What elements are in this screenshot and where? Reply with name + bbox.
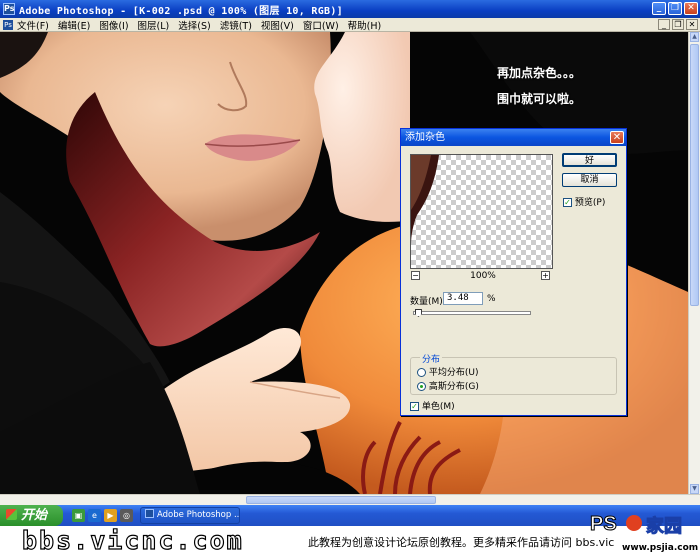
zoom-out-button[interactable]: − (411, 271, 420, 280)
menu-file[interactable]: 文件(F) (17, 18, 49, 32)
horizontal-scroll-thumb[interactable] (246, 496, 436, 504)
windows-flag-icon (6, 509, 17, 520)
uniform-radio[interactable] (417, 368, 426, 377)
taskbar-photoshop[interactable]: Adobe Photoshop ... (140, 507, 240, 524)
dialog-title: 添加杂色 (405, 132, 445, 143)
zoom-in-button[interactable]: + (541, 271, 550, 280)
start-label: 开始 (21, 508, 48, 523)
document-controls: _ ❐ ✕ (658, 19, 698, 30)
scroll-down-icon[interactable]: ▼ (690, 484, 699, 494)
dialog-title-bar[interactable]: 添加杂色 ✕ (401, 129, 626, 146)
menu-image[interactable]: 图像(I) (99, 18, 128, 32)
distribution-group: 分布 平均分布(U) 高斯分布(G) (410, 352, 617, 395)
monochrome-checkbox[interactable]: ✓ (410, 402, 419, 411)
gaussian-option[interactable]: 高斯分布(G) (417, 379, 479, 392)
add-noise-dialog: 添加杂色 ✕ − 100% + 好 取消 ✓ 预览(P) 数量(M): 3.48… (400, 128, 627, 416)
start-button[interactable]: 开始 (0, 505, 63, 526)
amount-unit: % (487, 294, 496, 304)
window-controls: _ ❐ ✕ (652, 2, 698, 15)
uniform-label: 平均分布(U) (428, 368, 479, 378)
noise-preview[interactable] (410, 154, 553, 269)
preview-toggle[interactable]: ✓ 预览(P) (563, 195, 605, 208)
photoshop-icon[interactable]: Ps (3, 3, 15, 15)
horizontal-scrollbar[interactable] (0, 494, 700, 505)
monochrome-label: 单色(M) (421, 402, 455, 412)
title-bar[interactable]: Ps Adobe Photoshop - [K-002 .psd @ 100% … (0, 0, 700, 18)
doc-minimize-icon[interactable]: _ (658, 19, 670, 30)
zoom-row: − 100% + (410, 271, 553, 283)
screen: Ps Adobe Photoshop - [K-002 .psd @ 100% … (0, 0, 700, 557)
amount-slider-handle[interactable] (414, 309, 422, 317)
preview-label: 预览(P) (574, 198, 606, 208)
doc-restore-icon[interactable]: ❐ (672, 19, 684, 30)
restore-icon[interactable]: ❐ (668, 2, 682, 15)
uniform-option[interactable]: 平均分布(U) (417, 365, 479, 378)
distribution-title: 分布 (420, 352, 443, 365)
gaussian-label: 高斯分布(G) (428, 382, 479, 392)
cancel-button[interactable]: 取消 (562, 173, 617, 187)
dialog-close-icon[interactable]: ✕ (610, 131, 624, 144)
menu-bar: Ps 文件(F) 编辑(E) 图像(I) 图层(L) 选择(S) 滤镜(T) 视… (0, 18, 700, 32)
menu-edit[interactable]: 编辑(E) (58, 18, 90, 32)
app-icon[interactable]: ◎ (120, 509, 133, 522)
ok-button[interactable]: 好 (562, 153, 617, 167)
amount-label: 数量(M): (410, 297, 446, 307)
desktop-icon[interactable]: ▣ (72, 509, 85, 522)
menu-select[interactable]: 选择(S) (178, 18, 210, 32)
zoom-value: 100% (470, 271, 496, 281)
preview-image (411, 155, 439, 245)
svg-text:家园: 家园 (646, 515, 682, 537)
browser-icon[interactable]: e (88, 509, 101, 522)
canvas-note-2: 围巾就可以啦。 (497, 92, 582, 106)
document-icon[interactable]: Ps (3, 19, 13, 30)
amount-slider[interactable] (413, 309, 531, 317)
vertical-scrollbar[interactable]: ▲ ▼ (688, 32, 700, 494)
media-icon[interactable]: ▶ (104, 509, 117, 522)
menu-layer[interactable]: 图层(L) (138, 18, 170, 32)
doc-close-icon[interactable]: ✕ (686, 19, 698, 30)
site-watermark: bbs.vicnc.com (21, 525, 244, 555)
footer-text: 此教程为创意设计论坛原创教程。更多精采作品请访问 bbs.vic (308, 536, 615, 549)
preview-checkbox[interactable]: ✓ (563, 198, 572, 207)
vertical-scroll-thumb[interactable] (690, 44, 699, 306)
psjia-logo: PS 家园 (590, 513, 683, 538)
task-label: Adobe Photoshop ... (157, 510, 240, 520)
window-title: Adobe Photoshop - [K-002 .psd @ 100% (图层… (19, 5, 343, 17)
minimize-icon[interactable]: _ (652, 2, 666, 15)
close-icon[interactable]: ✕ (684, 2, 698, 15)
monochrome-toggle[interactable]: ✓ 单色(M) (410, 399, 455, 412)
scroll-up-icon[interactable]: ▲ (690, 32, 699, 42)
menu-window[interactable]: 窗口(W) (303, 18, 339, 32)
menu-help[interactable]: 帮助(H) (348, 18, 382, 32)
canvas-note-1: 再加点杂色。。。 (497, 66, 582, 80)
menu-view[interactable]: 视图(V) (261, 18, 294, 32)
logo-url: www.psjia.com (620, 543, 699, 553)
amount-input[interactable]: 3.48 (443, 292, 483, 305)
svg-text:PS: PS (590, 513, 617, 535)
gaussian-radio[interactable] (417, 382, 426, 391)
menu-filter[interactable]: 滤镜(T) (220, 18, 252, 32)
photoshop-task-icon (145, 509, 154, 518)
